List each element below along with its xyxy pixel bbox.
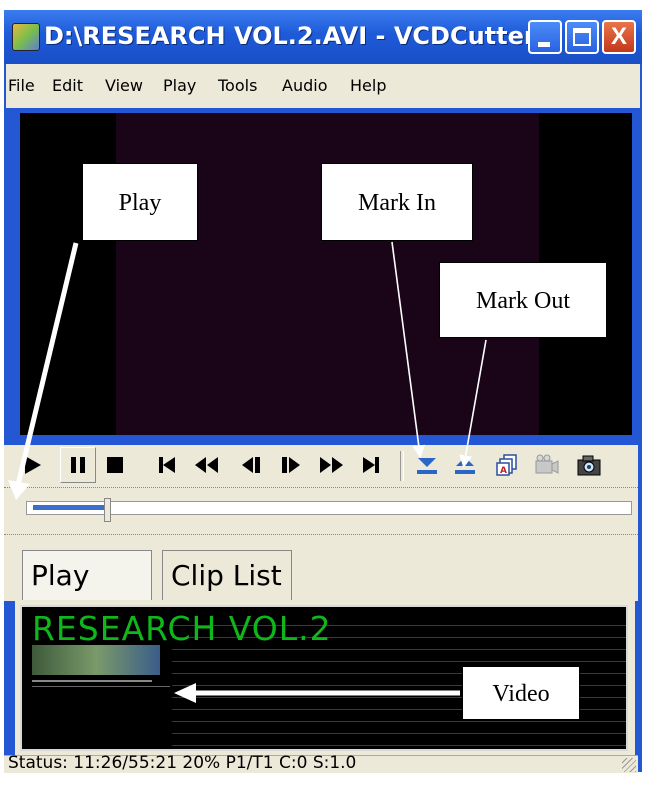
maximize-button[interactable] (565, 20, 599, 54)
mark-in-icon (417, 458, 437, 474)
skip-end-button[interactable] (356, 450, 386, 480)
resize-grip[interactable] (622, 758, 636, 772)
tab-clip-list[interactable]: Clip List (162, 550, 292, 600)
svg-text:A: A (500, 466, 507, 476)
grid-line (172, 745, 626, 746)
menu-file[interactable]: File (8, 76, 35, 95)
app-icon (12, 23, 40, 51)
menu-edit[interactable]: Edit (52, 76, 83, 95)
close-icon: X (610, 23, 627, 50)
minimize-icon (538, 42, 550, 47)
window-title: D:\RESEARCH VOL.2.AVI - VCDCutter (44, 22, 536, 50)
film-camera-icon (535, 454, 559, 474)
stop-icon (107, 457, 123, 473)
step-forward-icon (282, 457, 300, 473)
seek-bar[interactable] (26, 498, 632, 522)
callout-mark-out: Mark Out (439, 262, 607, 338)
menu-view[interactable]: View (105, 76, 143, 95)
rewind-button[interactable] (192, 450, 222, 480)
step-back-icon (242, 457, 260, 473)
mark-out-button[interactable] (450, 450, 480, 480)
play-button[interactable] (18, 450, 48, 480)
close-button[interactable]: X (602, 20, 636, 54)
skip-start-button[interactable] (152, 450, 182, 480)
fast-forward-button[interactable] (316, 450, 346, 480)
tab-play-list[interactable]: Play List (22, 550, 152, 642)
mark-out-icon (455, 457, 475, 474)
status-bar: Status: 11:26/55:21 20% P1/T1 C:0 S:1.0 (4, 753, 638, 773)
menu-audio[interactable]: Audio (282, 76, 327, 95)
pause-button[interactable] (60, 447, 96, 483)
seek-bar-panel (4, 487, 638, 535)
grid-line (172, 661, 626, 662)
step-back-button[interactable] (236, 450, 266, 480)
snapshot-button[interactable] (574, 450, 604, 480)
thumbnail-caption (32, 677, 170, 691)
status-text: Status: 11:26/55:21 20% P1/T1 C:0 S:1.0 (8, 753, 357, 773)
video-thumbnail (32, 645, 160, 675)
clip-copy-button[interactable]: A (492, 450, 522, 480)
clip-copy-icon: A (496, 454, 517, 476)
title-bar[interactable]: D:\RESEARCH VOL.2.AVI - VCDCutter X (4, 10, 642, 64)
toolbar-divider (400, 451, 404, 481)
rewind-icon (195, 457, 218, 473)
stop-button[interactable] (100, 450, 130, 480)
grid-line (172, 649, 626, 650)
callout-play: Play (82, 163, 198, 241)
seek-progress (33, 505, 104, 510)
play-icon (25, 456, 41, 474)
menu-tools[interactable]: Tools (218, 76, 257, 95)
maximize-icon (573, 28, 591, 46)
callout-mark-in: Mark In (321, 163, 473, 241)
mark-in-button[interactable] (412, 450, 442, 480)
pause-icon (71, 457, 85, 473)
grid-line (172, 721, 626, 722)
skip-start-icon (159, 457, 175, 473)
step-forward-button[interactable] (276, 450, 306, 480)
callout-video: Video (462, 666, 580, 720)
film-camera-button[interactable] (532, 450, 562, 480)
snapshot-camera-icon (577, 455, 601, 476)
seek-thumb[interactable] (104, 498, 111, 522)
transport-controls: A (4, 445, 638, 487)
menu-play[interactable]: Play (163, 76, 196, 95)
grid-line (172, 733, 626, 734)
playlist-item-title: RESEARCH VOL.2 (32, 609, 332, 648)
minimize-button[interactable] (528, 20, 562, 54)
menu-help[interactable]: Help (350, 76, 386, 95)
skip-end-icon (363, 457, 379, 473)
menu-bar: File Edit View Play Tools Audio Help (6, 64, 640, 108)
tab-strip: Play List Clip List (4, 535, 638, 642)
fast-forward-icon (320, 457, 343, 473)
